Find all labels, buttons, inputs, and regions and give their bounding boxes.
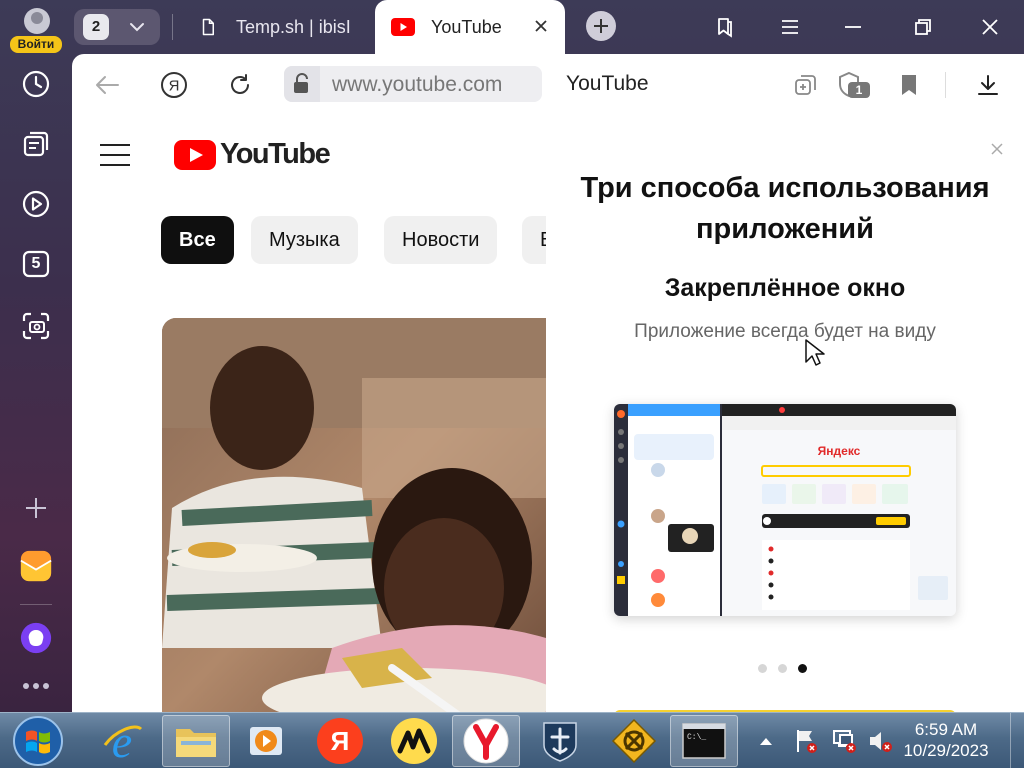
system-clock[interactable]: 6:59 AM 10/29/2023 (896, 719, 996, 761)
collections-icon[interactable] (20, 128, 52, 160)
carousel-pagination (758, 664, 807, 673)
close-window-icon[interactable] (975, 12, 1005, 42)
five-badge: 5 (31, 255, 41, 272)
windows-taskbar: e Я C:\_ 6:59 AM 10/29/2023 (0, 712, 1024, 768)
play-icon[interactable] (20, 188, 52, 220)
cmd-icon[interactable]: C:\_ (670, 715, 738, 767)
chevron-down-icon (128, 18, 146, 41)
chip-all[interactable]: Все (161, 216, 234, 264)
carousel-dot-1[interactable] (758, 664, 767, 673)
tab-youtube[interactable]: YouTube (375, 0, 565, 54)
avatar (24, 8, 50, 34)
document-icon (202, 18, 214, 36)
video-preview-image (162, 318, 546, 712)
yandex-music-icon[interactable] (380, 715, 448, 767)
more-icon[interactable] (20, 670, 52, 702)
tab-title: Temp.sh | ibisI (236, 16, 351, 37)
tab-divider (172, 14, 173, 40)
clock-time: 6:59 AM (914, 720, 978, 739)
lock-icon[interactable] (284, 66, 320, 102)
promo-description: Приложение всегда будет на виду (634, 321, 936, 342)
promo-title: Три способа использования приложений (580, 172, 990, 245)
volume-muted-icon[interactable] (866, 715, 896, 767)
menu-icon[interactable] (775, 12, 805, 42)
hamburger-menu-icon[interactable] (100, 144, 130, 166)
show-desktop-button[interactable] (1010, 713, 1024, 768)
bookmark-icon[interactable] (893, 69, 925, 101)
history-icon[interactable] (20, 68, 52, 100)
show-hidden-icons-icon[interactable] (754, 715, 778, 767)
apps-promo-panel: Три способа использования приложений Зак… (546, 116, 1024, 712)
svg-text:Я: Я (331, 726, 350, 756)
plus-icon (594, 19, 608, 33)
action-center-icon[interactable] (792, 715, 822, 767)
preview-brand: Яндекс (818, 444, 861, 458)
svg-text:C:\_: C:\_ (687, 733, 706, 742)
screenshot-icon[interactable] (20, 310, 52, 342)
world-of-warships-icon[interactable] (526, 715, 594, 767)
address-bar[interactable]: www.youtube.com (284, 66, 542, 102)
promo-subtitle: Закреплённое окно (664, 274, 906, 302)
shield-badge: 1 (848, 82, 870, 98)
mail-icon[interactable] (20, 550, 52, 582)
add-icon[interactable] (20, 492, 52, 524)
tab-temp-sh[interactable]: Temp.sh | ibisI (196, 0, 366, 54)
download-icon[interactable] (972, 69, 1004, 101)
video-thumbnail[interactable] (162, 318, 546, 712)
tab-title: YouTube (431, 16, 502, 37)
back-icon[interactable] (91, 69, 123, 101)
close-icon[interactable] (990, 142, 1006, 158)
chip-music[interactable]: Музыка (251, 216, 358, 264)
new-tab-button[interactable] (586, 11, 616, 41)
toolbar-divider (945, 72, 946, 98)
yandex-home-icon[interactable]: Я (158, 69, 190, 101)
bookmarks-panel-icon[interactable] (710, 12, 740, 42)
tab-count: 2 (83, 14, 109, 40)
youtube-icon (391, 18, 415, 36)
chip-news[interactable]: Новости (384, 216, 498, 264)
internet-explorer-icon[interactable]: e (88, 715, 156, 767)
carousel-dot-2[interactable] (778, 664, 787, 673)
file-explorer-icon[interactable] (162, 715, 230, 767)
start-button[interactable] (4, 715, 72, 767)
youtube-logo-text: YouTube (220, 138, 331, 170)
yandex-icon[interactable]: Я (306, 715, 374, 767)
mouse-cursor-icon (805, 339, 825, 366)
tab-counter-button[interactable]: 2 (74, 9, 160, 45)
add-to-collection-icon[interactable] (790, 69, 822, 101)
restore-icon[interactable] (908, 12, 938, 42)
category-chips: Все Музыка Новости В (161, 216, 546, 264)
svg-text:e: e (112, 719, 132, 763)
profile-button[interactable]: Войти (10, 6, 62, 53)
clock-date: 10/29/2023 (903, 741, 989, 760)
game-icon[interactable] (600, 715, 668, 767)
sidebar-divider (20, 604, 52, 605)
web-page: YouTube Все Музыка Новости В (72, 116, 1024, 712)
youtube-play-icon (174, 139, 216, 170)
pinned-window-illustration: Яндекс (614, 404, 956, 616)
page-title: YouTube (566, 72, 649, 95)
youtube-logo[interactable]: YouTube (174, 138, 331, 171)
minimize-icon[interactable] (838, 12, 868, 42)
five-icon[interactable]: 5 (20, 248, 52, 280)
reload-icon[interactable] (224, 69, 256, 101)
carousel-dot-3[interactable] (798, 664, 807, 673)
yandex-browser-icon[interactable] (452, 715, 520, 767)
url-text[interactable]: www.youtube.com (332, 73, 502, 97)
chip-more[interactable]: В (522, 216, 546, 264)
alice-icon[interactable] (20, 622, 52, 654)
svg-text:Я: Я (169, 78, 180, 95)
browser-sidebar: Войти 5 (0, 0, 72, 712)
login-label: Войти (10, 36, 62, 53)
media-player-icon[interactable] (232, 715, 300, 767)
windows-start-icon (13, 716, 63, 766)
network-icon[interactable] (830, 715, 860, 767)
close-tab-icon[interactable] (533, 18, 549, 39)
address-toolbar: Я www.youtube.com YouTube 1 (72, 54, 1024, 116)
